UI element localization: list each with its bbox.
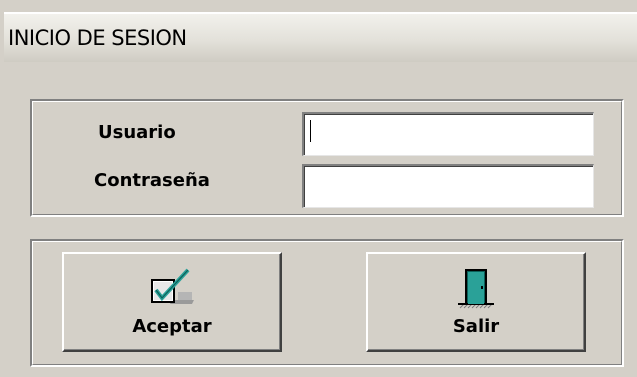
username-label: Usuario: [98, 122, 176, 143]
window-title: INICIO DE SESION: [8, 26, 187, 50]
title-bar: INICIO DE SESION: [4, 12, 637, 62]
username-input[interactable]: [302, 112, 594, 156]
exit-button[interactable]: Salir: [366, 252, 586, 352]
buttons-panel: Aceptar Salir: [30, 239, 624, 367]
accept-button[interactable]: Aceptar: [62, 252, 282, 352]
text-caret: [310, 120, 311, 142]
exit-button-label: Salir: [452, 316, 500, 337]
accept-button-label: Aceptar: [132, 316, 212, 337]
checkbox-check-icon: [148, 268, 196, 312]
password-label: Contraseña: [94, 170, 210, 191]
password-input[interactable]: [302, 164, 594, 208]
credentials-panel: Usuario Contraseña: [30, 99, 624, 217]
login-window: INICIO DE SESION Usuario Contraseña Acep…: [0, 0, 637, 377]
door-exit-icon: [456, 268, 496, 316]
